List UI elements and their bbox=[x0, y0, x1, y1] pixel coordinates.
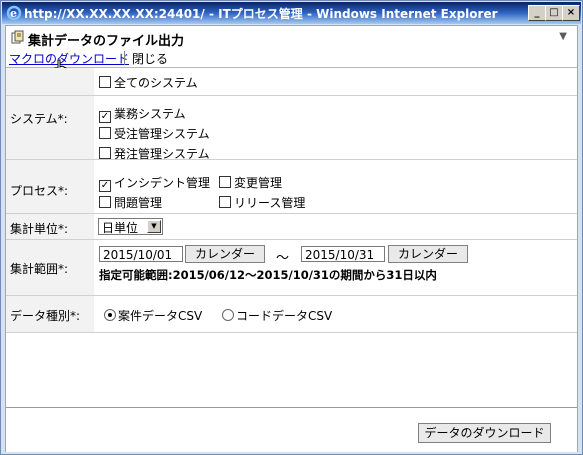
process-option-label: インシデント管理 bbox=[114, 176, 211, 190]
maximize-button[interactable]: □ bbox=[545, 5, 563, 21]
datatype-option-label: 案件データCSV bbox=[118, 309, 203, 323]
checkbox[interactable] bbox=[219, 196, 231, 208]
process-option-checkbox[interactable]: リリース管理 bbox=[219, 194, 305, 211]
from-calendar-button[interactable]: カレンダー bbox=[185, 245, 265, 263]
close-window-button[interactable]: × bbox=[562, 5, 580, 21]
checkbox-checked[interactable]: ✓ bbox=[99, 180, 111, 192]
range-separator: 〜 bbox=[276, 251, 290, 266]
chevron-down-icon[interactable]: ▼ bbox=[147, 220, 161, 233]
svg-text:e: e bbox=[10, 7, 17, 20]
system-label: システム*: bbox=[10, 112, 68, 126]
process-label-cell: プロセス*: bbox=[6, 160, 94, 213]
page-title: 集計データのファイル出力 bbox=[28, 34, 185, 49]
process-option-checkbox[interactable]: 問題管理 bbox=[99, 194, 162, 211]
window-title-bar: e http://XX.XX.XX.XX:24401/ - ITプロセス管理 -… bbox=[2, 2, 581, 24]
process-option-label: 変更管理 bbox=[234, 176, 283, 190]
footer-bar: データのダウンロード bbox=[6, 407, 577, 452]
unit-label-cell: 集計単位*: bbox=[6, 214, 94, 239]
system-all-checkbox[interactable]: 全てのシステム bbox=[99, 74, 198, 91]
unit-row: 集計単位*: 日単位 ▼ bbox=[6, 214, 577, 240]
checkbox[interactable] bbox=[99, 147, 111, 159]
datatype-row: データ種別*: 案件データCSV コードデータCSV bbox=[6, 296, 577, 333]
radio-selected[interactable] bbox=[104, 309, 116, 321]
range-label: 集計範囲*: bbox=[10, 262, 69, 276]
system-all-label: 全てのシステム bbox=[114, 76, 198, 90]
minimize-button[interactable]: _ bbox=[528, 5, 546, 21]
range-row: 集計範囲*: 2015/10/01 カレンダー 〜 2015/10/31 カレン… bbox=[6, 240, 577, 296]
checkbox[interactable] bbox=[99, 196, 111, 208]
radio[interactable] bbox=[222, 309, 234, 321]
system-label-cell: システム*: bbox=[6, 68, 94, 159]
file-output-icon bbox=[11, 30, 24, 44]
process-option-label: リリース管理 bbox=[234, 196, 306, 210]
system-option-label: 業務システム bbox=[114, 107, 186, 121]
unit-select[interactable]: 日単位 ▼ bbox=[98, 218, 163, 235]
to-calendar-button[interactable]: カレンダー bbox=[388, 245, 468, 263]
toolbar: マクロのダウンロード 閉じる bbox=[6, 50, 577, 68]
range-label-cell: 集計範囲*: bbox=[6, 240, 94, 295]
divider bbox=[6, 95, 577, 96]
range-to-input[interactable]: 2015/10/31 bbox=[301, 246, 385, 262]
unit-label: 集計単位*: bbox=[10, 222, 69, 236]
datatype-option-label: コードデータCSV bbox=[236, 309, 333, 323]
checkbox[interactable] bbox=[99, 76, 111, 88]
process-option-checkbox[interactable]: ✓ インシデント管理 bbox=[99, 174, 210, 192]
process-row: プロセス*: ✓ インシデント管理 変更管理 問題管理 リリース管理 bbox=[6, 160, 577, 214]
page-content: 集計データのファイル出力 ▼ マクロのダウンロード 閉じる システム*: 全ての… bbox=[5, 25, 578, 452]
chevron-down-icon[interactable]: ▼ bbox=[559, 31, 567, 42]
data-download-button[interactable]: データのダウンロード bbox=[418, 423, 551, 443]
toolbar-divider bbox=[124, 51, 125, 65]
internet-explorer-icon: e bbox=[6, 5, 22, 21]
range-note: 指定可能範囲:2015/06/12〜2015/10/31の期間から31日以内 bbox=[99, 268, 437, 282]
datatype-option-radio[interactable]: コードデータCSV bbox=[222, 307, 332, 324]
datatype-label: データ種別*: bbox=[10, 309, 81, 323]
range-from-input[interactable]: 2015/10/01 bbox=[99, 246, 183, 262]
checkbox[interactable] bbox=[99, 127, 111, 139]
browser-window: e http://XX.XX.XX.XX:24401/ - ITプロセス管理 -… bbox=[0, 0, 583, 455]
macro-download-link[interactable]: マクロのダウンロード bbox=[9, 50, 129, 67]
datatype-option-radio[interactable]: 案件データCSV bbox=[104, 307, 202, 324]
close-link[interactable]: 閉じる bbox=[132, 50, 168, 67]
unit-select-value: 日単位 bbox=[102, 221, 139, 235]
process-option-checkbox[interactable]: 変更管理 bbox=[219, 174, 282, 191]
process-label: プロセス*: bbox=[10, 184, 69, 198]
page-header: 集計データのファイル出力 ▼ bbox=[6, 26, 577, 50]
window-title: http://XX.XX.XX.XX:24401/ - ITプロセス管理 - W… bbox=[24, 7, 498, 21]
system-option-label: 受注管理システム bbox=[114, 127, 210, 141]
checkbox-checked[interactable]: ✓ bbox=[99, 111, 111, 123]
system-option-label: 発注管理システム bbox=[114, 147, 210, 161]
process-option-label: 問題管理 bbox=[114, 196, 163, 210]
datatype-label-cell: データ種別*: bbox=[6, 296, 94, 332]
checkbox[interactable] bbox=[219, 176, 231, 188]
system-option-checkbox[interactable]: 受注管理システム bbox=[99, 125, 210, 142]
system-row: システム*: 全てのシステム ✓ 業務システム 受注管理システム 発注管理システム bbox=[6, 68, 577, 161]
system-option-checkbox[interactable]: ✓ 業務システム bbox=[99, 105, 186, 123]
